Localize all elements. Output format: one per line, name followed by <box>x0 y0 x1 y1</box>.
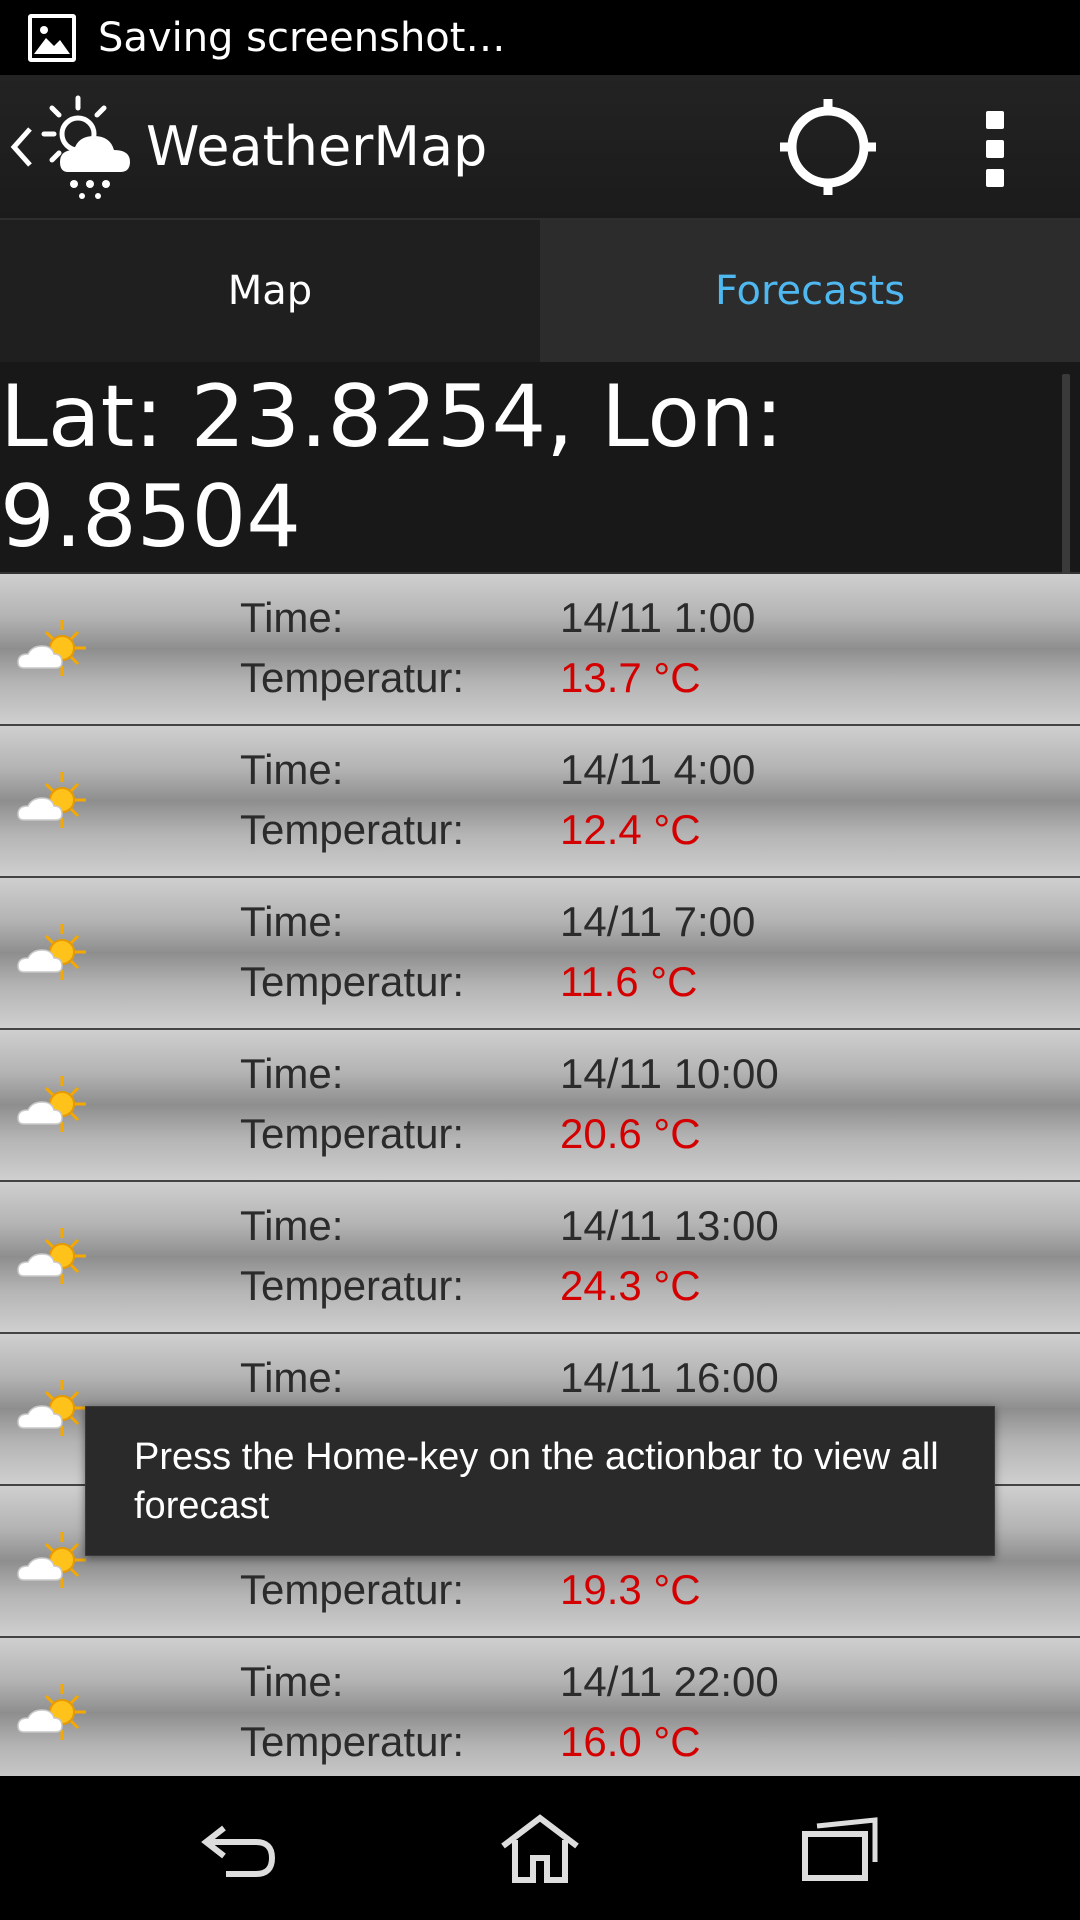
time-value: 14/11 1:00 <box>560 594 756 641</box>
back-icon[interactable] <box>196 1814 286 1884</box>
forecast-row[interactable]: Time: 14/11 22:00 Temperatur: 16.0 °C <box>0 1638 1080 1776</box>
time-value: 14/11 7:00 <box>560 898 756 945</box>
tab-bar: Map Forecasts <box>0 220 1080 362</box>
partly-sunny-icon <box>16 1530 92 1594</box>
time-value: 14/11 16:00 <box>560 1354 779 1401</box>
forecast-list[interactable]: Time: 14/11 1:00 Temperatur: 13.7 °C Time: 14… <box>0 574 1080 1776</box>
time-label: Time: <box>240 1050 344 1097</box>
temperature-label: Temperatur: <box>240 1566 465 1613</box>
partly-sunny-icon <box>16 1074 92 1138</box>
forecast-row[interactable]: Time: 14/11 10:00 Temperatur: 20.6 °C <box>0 1030 1080 1182</box>
temperature-label: Temperatur: <box>240 654 465 701</box>
partly-sunny-icon <box>16 618 92 682</box>
home-icon[interactable] <box>495 1814 585 1884</box>
tab-map-label: Map <box>227 268 313 314</box>
time-label: Time: <box>240 1658 344 1705</box>
time-value: 14/11 22:00 <box>560 1658 779 1705</box>
time-label: Time: <box>240 1354 344 1401</box>
recent-apps-icon[interactable] <box>795 1814 885 1884</box>
temperature-value: 20.6 °C <box>560 1110 701 1157</box>
time-label: Time: <box>240 746 344 793</box>
partly-sunny-icon <box>16 922 92 986</box>
app-logo-icon[interactable] <box>38 92 138 202</box>
temperature-label: Temperatur: <box>240 1718 465 1765</box>
time-label: Time: <box>240 898 344 945</box>
navigation-bar <box>0 1776 1080 1920</box>
tab-map[interactable]: Map <box>0 220 540 362</box>
temperature-value: 13.7 °C <box>560 654 701 701</box>
status-text: Saving screenshot… <box>98 14 506 61</box>
temperature-label: Temperatur: <box>240 958 465 1005</box>
my-location-icon[interactable] <box>778 97 878 197</box>
time-value: 14/11 13:00 <box>560 1202 779 1249</box>
time-value: 14/11 10:00 <box>560 1050 779 1097</box>
forecast-row[interactable]: Time: 14/11 1:00 Temperatur: 13.7 °C <box>0 574 1080 726</box>
partly-sunny-icon <box>16 1378 92 1442</box>
time-label: Time: <box>240 594 344 641</box>
partly-sunny-icon <box>16 770 92 834</box>
time-value: 14/11 4:00 <box>560 746 756 793</box>
temperature-label: Temperatur: <box>240 1262 465 1309</box>
forecast-content[interactable]: Lat: 23.8254, Lon: 9.8504 Time: 14/11 1:0… <box>0 362 1080 1776</box>
forecast-row[interactable]: Time: 14/11 7:00 Temperatur: 11.6 °C <box>0 878 1080 1030</box>
time-label: Time: <box>240 1202 344 1249</box>
temperature-value: 11.6 °C <box>560 958 698 1005</box>
partly-sunny-icon <box>16 1226 92 1290</box>
partly-sunny-icon <box>16 1682 92 1746</box>
up-caret-icon[interactable] <box>10 117 38 177</box>
status-bar: Saving screenshot… <box>0 0 1080 75</box>
temperature-value: 19.3 °C <box>560 1566 701 1613</box>
temperature-value: 24.3 °C <box>560 1262 701 1309</box>
image-notification-icon <box>28 13 76 62</box>
tab-forecasts[interactable]: Forecasts <box>540 220 1080 362</box>
action-bar: WeatherMap <box>0 75 1080 220</box>
forecast-row[interactable]: Time: 14/11 13:00 Temperatur: 24.3 °C <box>0 1182 1080 1334</box>
temperature-value: 12.4 °C <box>560 806 701 853</box>
app-title: WeatherMap <box>146 115 488 178</box>
temperature-label: Temperatur: <box>240 1110 465 1157</box>
toast-message: Press the Home-key on the actionbar to v… <box>85 1406 995 1556</box>
tab-forecasts-label: Forecasts <box>714 268 906 314</box>
temperature-label: Temperatur: <box>240 806 465 853</box>
location-coordinates: Lat: 23.8254, Lon: 9.8504 <box>0 362 1080 574</box>
temperature-value: 16.0 °C <box>560 1718 701 1765</box>
overflow-menu-icon[interactable] <box>970 111 1020 187</box>
forecast-row[interactable]: Time: 14/11 4:00 Temperatur: 12.4 °C <box>0 726 1080 878</box>
